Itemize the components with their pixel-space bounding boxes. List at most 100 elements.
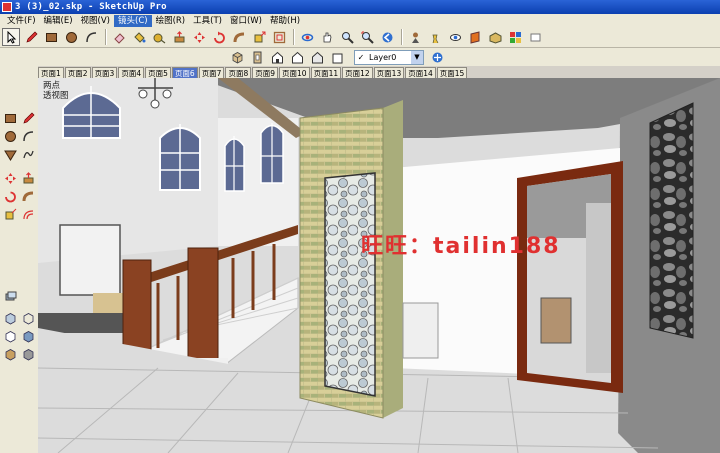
scene-tab[interactable]: 页面4 bbox=[118, 67, 145, 78]
menu-edit[interactable]: 编辑(E) bbox=[40, 15, 77, 27]
scene-tab-active[interactable]: 页面6 bbox=[171, 67, 198, 78]
move-tool-button[interactable] bbox=[2, 170, 18, 186]
rectangle-tool-button[interactable] bbox=[2, 110, 18, 126]
hide-tool-button[interactable] bbox=[526, 28, 544, 46]
circle-tool-button[interactable] bbox=[62, 28, 80, 46]
walk-tool-button[interactable] bbox=[426, 28, 444, 46]
position-camera-tool-button[interactable] bbox=[406, 28, 424, 46]
arc-tool-button[interactable] bbox=[82, 28, 100, 46]
polygon-tool-button[interactable] bbox=[2, 146, 18, 162]
select-tool-button[interactable] bbox=[2, 28, 20, 46]
previous-view-tool-button[interactable] bbox=[378, 28, 396, 46]
menu-file[interactable]: 文件(F) bbox=[3, 15, 40, 27]
rectangle-tool-button[interactable] bbox=[42, 28, 60, 46]
scene-tab[interactable]: 页面12 bbox=[342, 67, 373, 78]
circle-tool-button[interactable] bbox=[2, 128, 18, 144]
drawing-tools-group bbox=[2, 110, 36, 162]
offset-tool-button[interactable] bbox=[270, 28, 288, 46]
wireframe-style-button[interactable] bbox=[20, 310, 36, 326]
top-view-button[interactable] bbox=[248, 48, 266, 66]
scene-tab[interactable]: 页面8 bbox=[225, 67, 252, 78]
section-plane-tool-button[interactable] bbox=[466, 28, 484, 46]
layer-visible-check[interactable]: ✓ bbox=[355, 53, 367, 62]
menu-draw[interactable]: 绘图(R) bbox=[152, 15, 190, 27]
scene-tab[interactable]: 页面13 bbox=[373, 67, 405, 78]
layer-dropdown[interactable]: ✓ Layer0 ▼ bbox=[354, 49, 424, 65]
scene-tab[interactable]: 页面3 bbox=[91, 67, 118, 78]
scene-tab[interactable]: 页面15 bbox=[436, 67, 468, 78]
offset-tool-button[interactable] bbox=[20, 206, 36, 222]
interior-scene bbox=[38, 78, 720, 453]
back-view-button[interactable] bbox=[308, 48, 326, 66]
arched-window-back-1 bbox=[224, 136, 245, 192]
shaded-style-button[interactable] bbox=[20, 328, 36, 344]
scene-tab[interactable]: 页面10 bbox=[279, 67, 310, 78]
rotate-tool-button[interactable] bbox=[210, 28, 228, 46]
watermark-text: 旺旺：tailin188 bbox=[361, 234, 561, 259]
menu-camera[interactable]: 镜头(C) bbox=[114, 14, 152, 27]
menu-tools[interactable]: 工具(T) bbox=[189, 15, 226, 27]
monochrome-cube-icon bbox=[23, 348, 33, 360]
scene-tab[interactable]: 页面9 bbox=[252, 67, 279, 78]
rectangle-icon bbox=[4, 113, 16, 123]
component-icon bbox=[489, 31, 501, 44]
layer-manager-button[interactable] bbox=[428, 48, 446, 66]
menu-help[interactable]: 帮助(H) bbox=[266, 15, 304, 27]
arc-icon bbox=[22, 130, 33, 141]
tape-measure-tool-button[interactable] bbox=[150, 28, 168, 46]
menu-window[interactable]: 窗口(W) bbox=[226, 15, 266, 27]
orbit-icon bbox=[301, 33, 313, 41]
left-tool-palette bbox=[0, 66, 38, 453]
zoom-extents-tool-button[interactable] bbox=[358, 28, 376, 46]
scene-tab[interactable]: 页面2 bbox=[64, 67, 91, 78]
scale-tool-button[interactable] bbox=[2, 206, 18, 222]
move-tool-button[interactable] bbox=[190, 28, 208, 46]
left-view-button[interactable] bbox=[328, 48, 346, 66]
walk-icon bbox=[432, 34, 438, 43]
toolbar-separator bbox=[401, 29, 403, 45]
scene-tab[interactable]: 页面1 bbox=[38, 67, 64, 78]
material-tool-button[interactable] bbox=[506, 28, 524, 46]
scene-tab[interactable]: 页面5 bbox=[145, 67, 171, 78]
eraser-tool-button[interactable] bbox=[110, 28, 128, 46]
paint-bucket-tool-button[interactable] bbox=[130, 28, 148, 46]
front-view-button[interactable] bbox=[268, 48, 286, 66]
follow-me-tool-button[interactable] bbox=[20, 188, 36, 204]
right-view-button[interactable] bbox=[288, 48, 306, 66]
textured-cube-icon bbox=[5, 348, 15, 360]
pencil-tool-button[interactable] bbox=[20, 110, 36, 126]
scale-tool-button[interactable] bbox=[250, 28, 268, 46]
circle-icon bbox=[4, 130, 16, 142]
arched-window-back-2 bbox=[260, 123, 284, 184]
main-toolbar bbox=[0, 27, 720, 48]
chevron-down-icon[interactable]: ▼ bbox=[411, 50, 423, 64]
menu-view[interactable]: 视图(V) bbox=[77, 15, 114, 27]
follow-me-tool-button[interactable] bbox=[230, 28, 248, 46]
xray-style-button[interactable] bbox=[2, 310, 18, 326]
textured-style-button[interactable] bbox=[2, 346, 18, 362]
zoom-icon bbox=[341, 31, 354, 44]
scene-tab[interactable]: 页面11 bbox=[310, 67, 342, 78]
scene-tab[interactable]: 页面7 bbox=[198, 67, 225, 78]
scene-tab[interactable]: 页面14 bbox=[405, 67, 436, 78]
freehand-tool-button[interactable] bbox=[20, 146, 36, 162]
layers-panel-button[interactable] bbox=[2, 288, 18, 304]
arc-tool-button[interactable] bbox=[20, 128, 36, 144]
model-viewport[interactable]: 两点 透视图 旺旺：tailin188 bbox=[38, 78, 720, 453]
pencil-icon bbox=[22, 112, 34, 124]
look-around-tool-button[interactable] bbox=[446, 28, 464, 46]
push-pull-tool-button[interactable] bbox=[170, 28, 188, 46]
toolbar-separator bbox=[105, 29, 107, 45]
push-pull-tool-button[interactable] bbox=[20, 170, 36, 186]
hidden-line-cube-icon bbox=[5, 330, 15, 342]
component-tool-button[interactable] bbox=[486, 28, 504, 46]
pan-tool-button[interactable] bbox=[318, 28, 336, 46]
rotate-tool-button[interactable] bbox=[2, 188, 18, 204]
hidden-line-style-button[interactable] bbox=[2, 328, 18, 344]
paint-bucket-icon bbox=[133, 31, 145, 43]
orbit-tool-button[interactable] bbox=[298, 28, 316, 46]
zoom-tool-button[interactable] bbox=[338, 28, 356, 46]
iso-view-button[interactable] bbox=[228, 48, 246, 66]
monochrome-style-button[interactable] bbox=[20, 346, 36, 362]
pencil-tool-button[interactable] bbox=[22, 28, 40, 46]
